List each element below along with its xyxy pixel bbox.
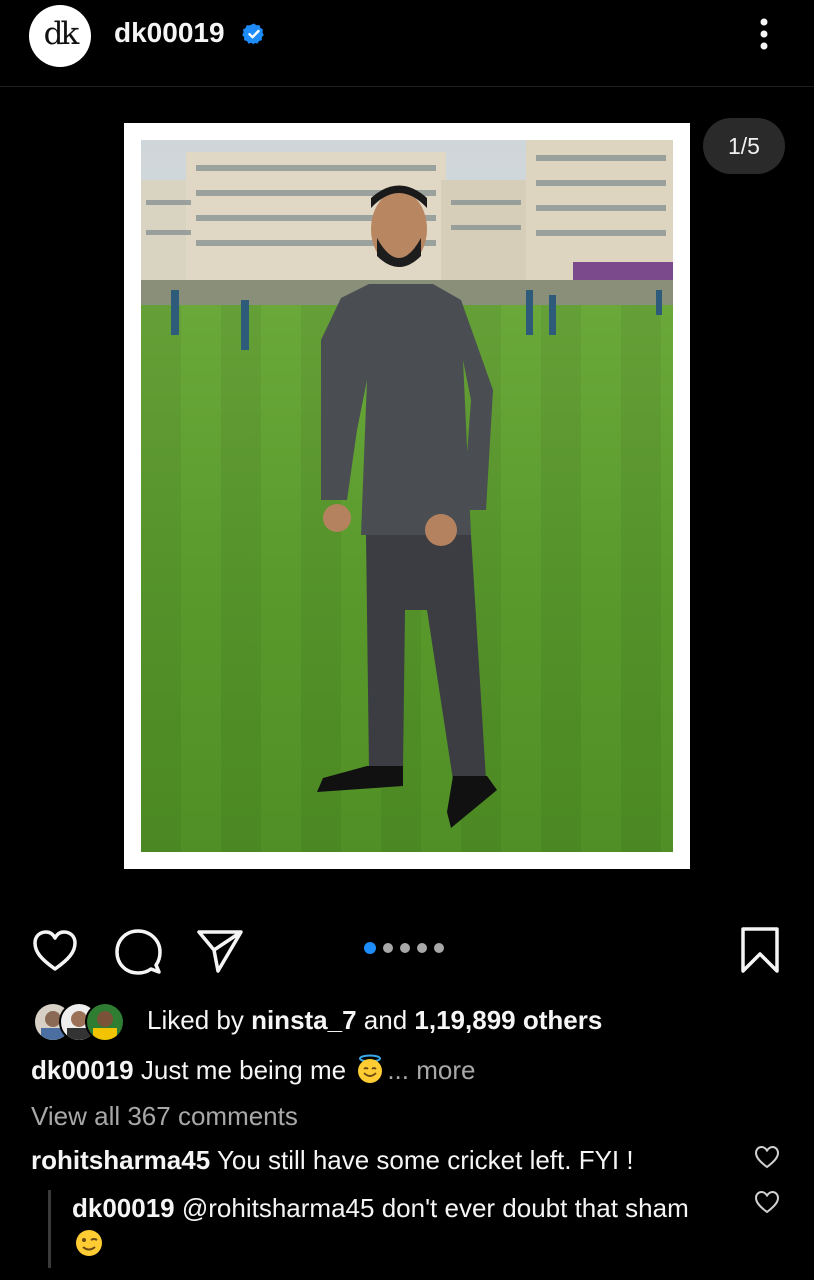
reply-item: dk00019 @rohitsharma45 don't ever doubt … [72, 1190, 712, 1262]
reply-text: don't ever doubt that sham [374, 1193, 689, 1223]
carousel-indicator [364, 941, 444, 955]
liker-avatars[interactable] [33, 1002, 133, 1042]
likes-middle: and [356, 1005, 415, 1035]
comment-username[interactable]: rohitsharma45 [31, 1145, 210, 1175]
reply-mention[interactable]: @rohitsharma45 [175, 1193, 375, 1223]
bookmark-icon[interactable] [738, 926, 782, 974]
reply-username[interactable]: dk00019 [72, 1193, 175, 1223]
comment-icon[interactable] [113, 927, 163, 977]
carousel-dot [400, 943, 410, 953]
comment-item: rohitsharma45 You still have some cricke… [31, 1145, 634, 1176]
liker-avatar [85, 1002, 125, 1042]
likes-prefix: Liked by [147, 1005, 252, 1035]
carousel-dot [417, 943, 427, 953]
verified-badge-icon [242, 23, 264, 45]
more-options-icon[interactable] [752, 14, 776, 54]
winking-face-icon [76, 1230, 102, 1256]
send-icon[interactable] [196, 928, 244, 974]
post-photo [141, 140, 673, 852]
carousel-counter: 1/5 [703, 118, 785, 174]
carousel-dot-active [364, 942, 376, 954]
avatar-initials: dk [43, 16, 80, 52]
view-all-comments[interactable]: View all 367 comments [31, 1101, 298, 1132]
reply-thread-line [48, 1190, 51, 1268]
caption-more[interactable]: ... more [387, 1055, 475, 1085]
comment-text: You still have some cricket left. FYI ! [210, 1145, 634, 1175]
post-image-frame[interactable] [124, 123, 690, 869]
caption-text: Just me being me [133, 1055, 354, 1085]
caption-username[interactable]: dk00019 [31, 1055, 134, 1085]
profile-avatar[interactable]: dk [29, 5, 91, 67]
first-liker[interactable]: ninsta_7 [251, 1005, 357, 1035]
likes-summary[interactable]: Liked by ninsta_7 and 1,19,899 others [147, 1005, 602, 1036]
likes-count[interactable]: 1,19,899 others [414, 1005, 602, 1035]
carousel-dot [383, 943, 393, 953]
heart-icon[interactable] [31, 927, 79, 975]
reply-like-heart-icon[interactable] [754, 1190, 780, 1214]
comment-like-heart-icon[interactable] [754, 1145, 780, 1169]
carousel-dot [434, 943, 444, 953]
smiling-face-with-halo-icon [358, 1054, 383, 1083]
post-username[interactable]: dk00019 [114, 17, 225, 49]
cricket-ground-image [141, 140, 673, 852]
caption: dk00019 Just me being me ... more [31, 1054, 475, 1086]
post-header: dk dk00019 [0, 0, 814, 87]
